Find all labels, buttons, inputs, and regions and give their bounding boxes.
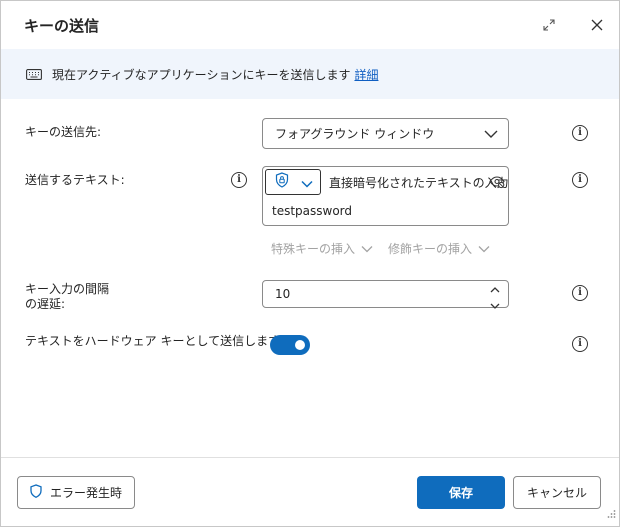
insert-modifier-key-button[interactable]: 修飾キーの挿入 [388, 240, 490, 257]
hardware-keys-info-icon[interactable]: i [572, 336, 588, 352]
on-error-button[interactable]: エラー発生時 [17, 476, 135, 509]
title-bar: キーの送信 [1, 1, 619, 49]
target-dropdown[interactable]: フォアグラウンド ウィンドウ [262, 118, 509, 149]
cancel-button[interactable]: キャンセル [513, 476, 601, 509]
insert-modifier-key-label: 修飾キーの挿入 [388, 242, 473, 256]
chevron-down-icon [361, 242, 373, 256]
chevron-down-icon[interactable] [490, 299, 500, 313]
text-to-send-label: 送信するテキスト: [25, 173, 125, 187]
input-mode-label: 直接暗号化されたテキストの入力 [329, 176, 509, 190]
delay-value: 10 [275, 287, 291, 301]
delay-label-line2: の遅延: [25, 297, 66, 311]
eye-off-icon[interactable] [489, 174, 505, 193]
details-link[interactable]: 詳細 [354, 66, 378, 83]
delay-info-icon[interactable]: i [572, 285, 588, 301]
insert-special-key-button[interactable]: 特殊キーの挿入 [271, 240, 373, 257]
resize-grip-icon[interactable] [606, 504, 616, 523]
target-info-icon[interactable]: i [572, 125, 588, 141]
target-value: フォアグラウンド ウィンドウ [275, 127, 435, 141]
text-to-send-help-icon[interactable]: i [231, 172, 247, 188]
info-bar: 現在アクティブなアプリケーションにキーを送信します 詳細 [1, 49, 619, 99]
chevron-up-icon[interactable] [490, 283, 500, 297]
expand-icon[interactable] [535, 11, 563, 39]
chevron-down-icon [478, 242, 490, 256]
delay-input[interactable]: 10 [262, 280, 509, 309]
delay-label-line1: キー入力の間隔 [25, 282, 110, 296]
info-text: 現在アクティブなアプリケーションにキーを送信します [52, 67, 351, 82]
save-button[interactable]: 保存 [417, 476, 505, 509]
close-icon[interactable] [583, 11, 611, 39]
hardware-keys-label: テキストをハードウェア キーとして送信します: [25, 334, 285, 348]
delay-stepper[interactable] [490, 283, 500, 313]
target-label: キーの送信先: [25, 125, 102, 139]
send-keys-dialog: キーの送信 現在アクティブなアプリケーションにキーを送信します 詳細 キーの送信… [0, 0, 620, 527]
dialog-title: キーの送信 [24, 17, 100, 35]
keyboard-icon [26, 68, 42, 80]
insert-special-key-label: 特殊キーの挿入 [271, 242, 356, 256]
text-to-send-value: testpassword [272, 204, 353, 218]
text-to-send-info-icon[interactable]: i [572, 172, 588, 188]
shield-lock-icon [275, 172, 289, 192]
text-to-send-box[interactable]: 直接暗号化されたテキストの入力 testpassword [262, 166, 509, 226]
on-error-label: エラー発生時 [49, 486, 122, 500]
input-mode-button[interactable] [265, 169, 321, 195]
footer-divider [1, 457, 619, 458]
chevron-down-icon [484, 128, 498, 142]
shield-icon [30, 484, 42, 501]
hardware-keys-toggle[interactable] [270, 335, 310, 355]
chevron-down-icon [301, 173, 313, 192]
toggle-knob [295, 340, 305, 350]
